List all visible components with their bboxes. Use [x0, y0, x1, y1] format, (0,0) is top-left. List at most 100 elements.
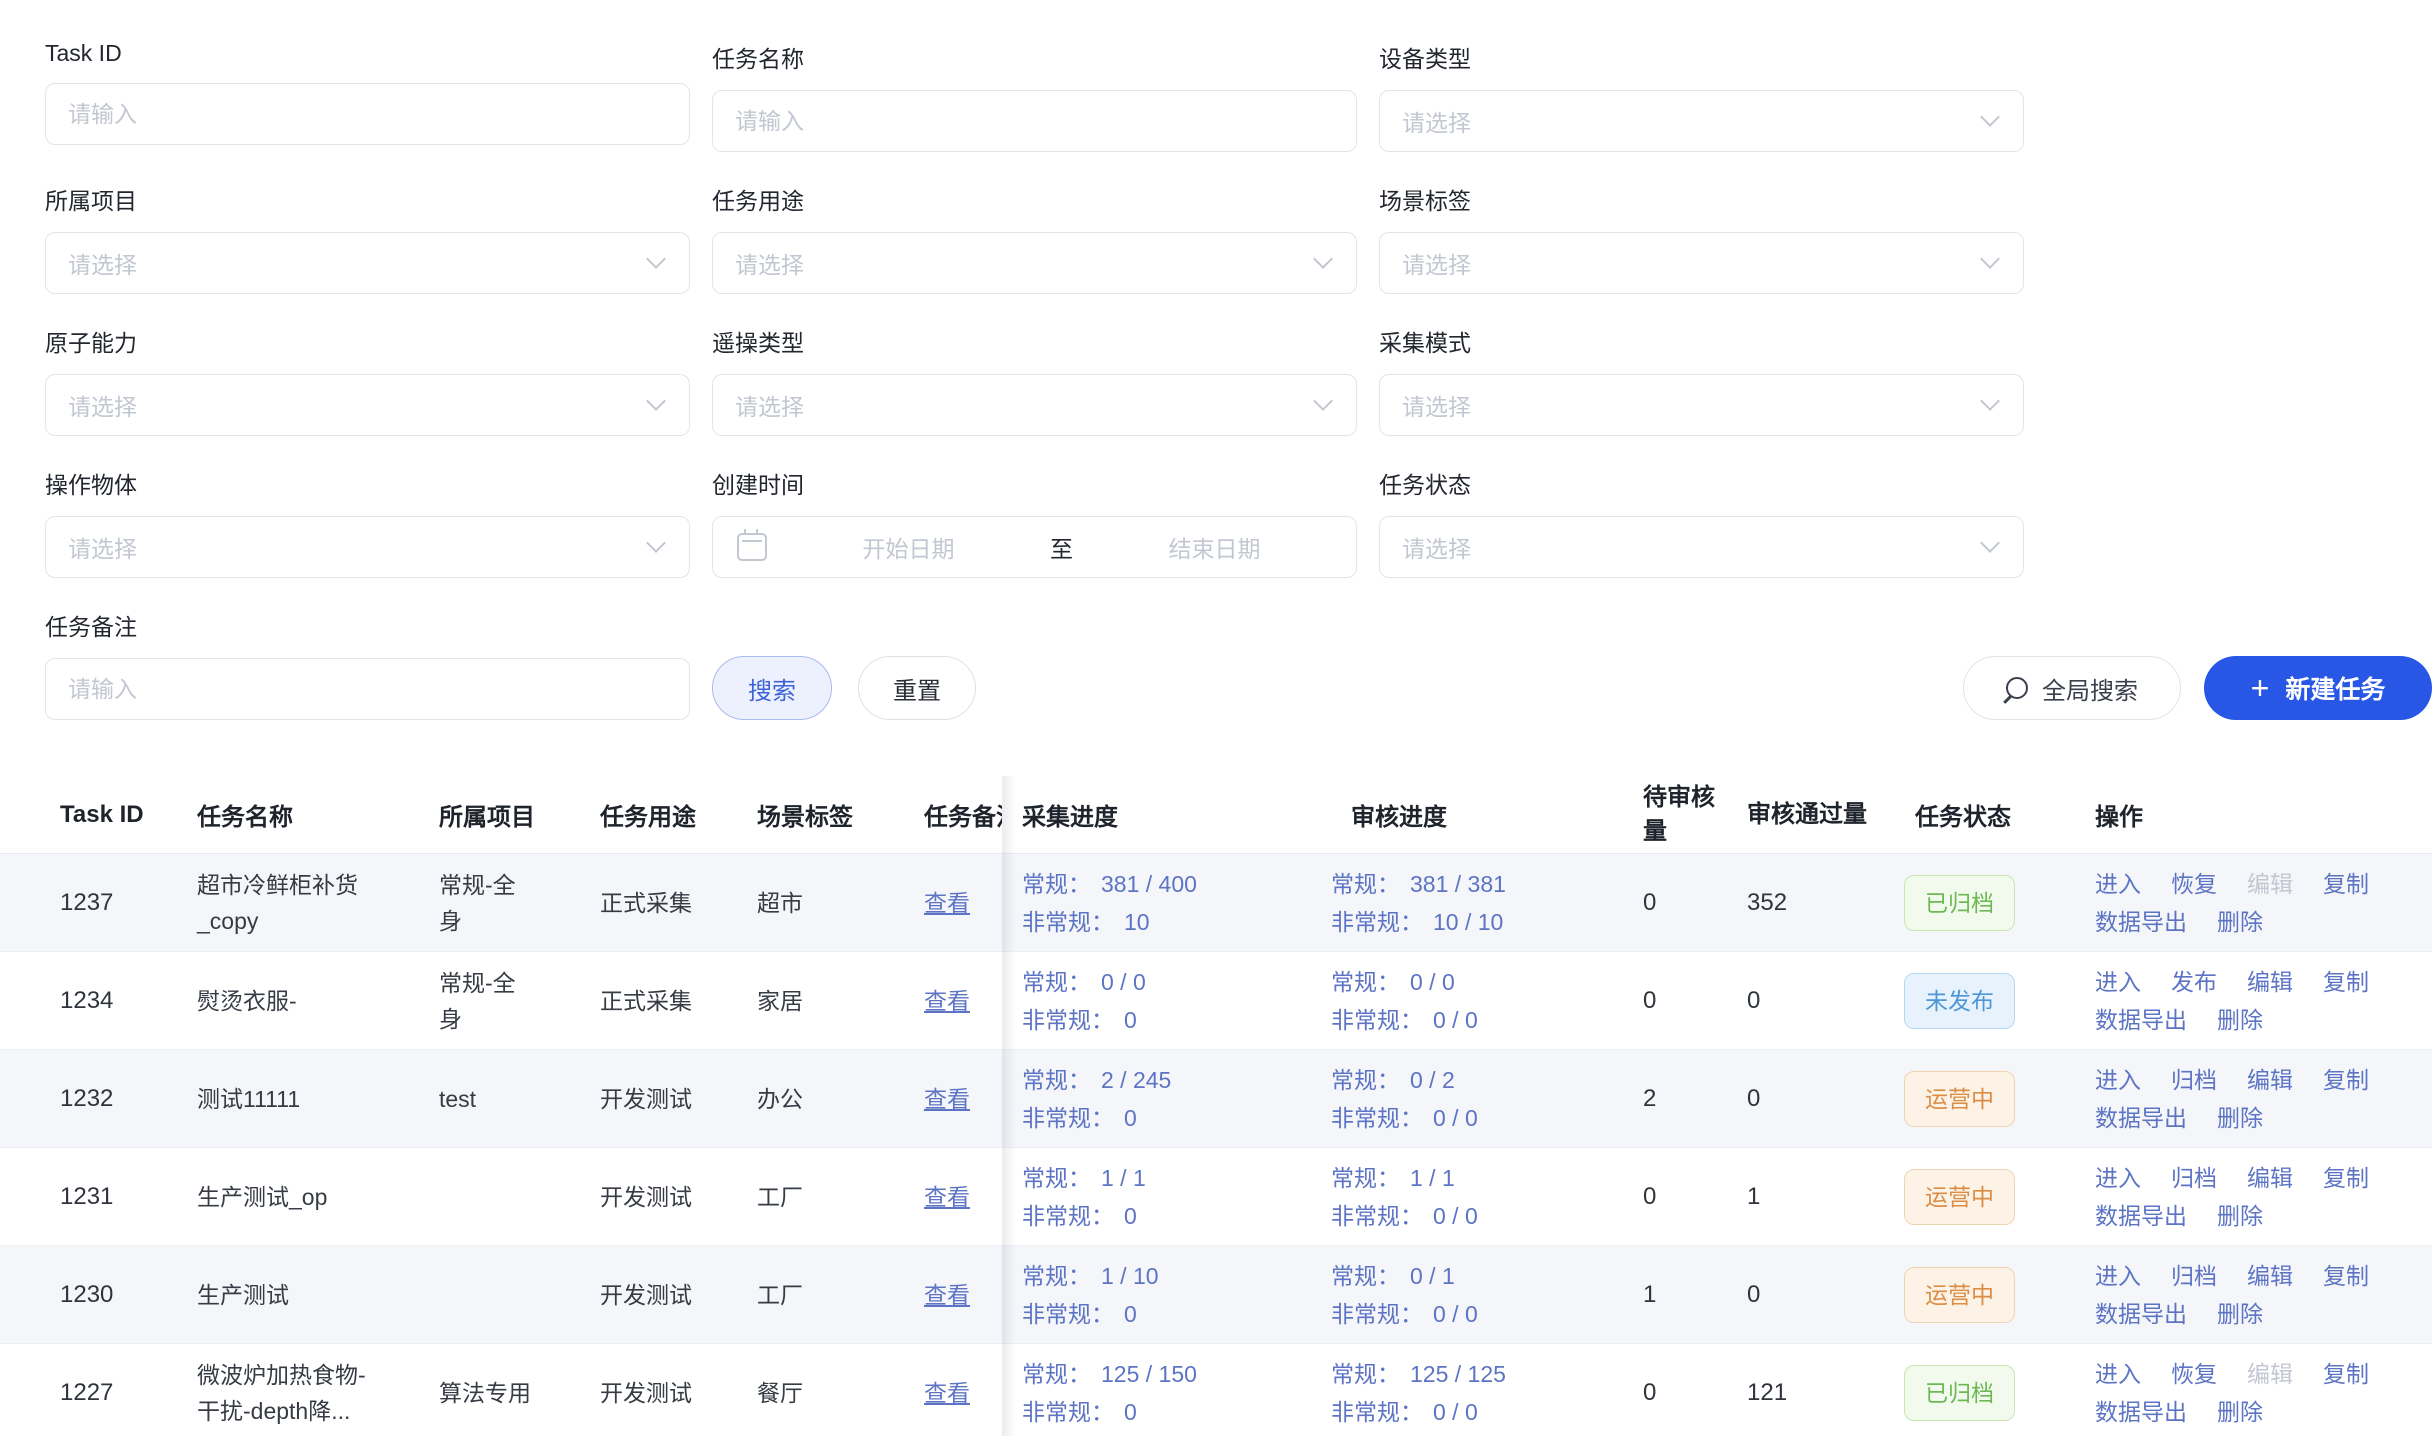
search-icon: [2006, 677, 2028, 699]
start-date-placeholder[interactable]: 开始日期: [767, 530, 1050, 564]
view-remark-link[interactable]: 查看: [924, 890, 970, 916]
cell-purpose: 开发测试: [600, 1179, 757, 1215]
purpose-select[interactable]: 请选择: [712, 232, 1357, 294]
cell-collect-progress: 常规：1 / 10 非常规：0: [1002, 1257, 1331, 1333]
teleop-type-select[interactable]: 请选择: [712, 374, 1357, 436]
op-copy-link[interactable]: 复制: [2323, 963, 2369, 1001]
op-delete-link[interactable]: 删除: [2217, 1197, 2263, 1235]
atomic-ability-select[interactable]: 请选择: [45, 374, 690, 436]
col-passed-count: 审核通过量: [1720, 798, 1900, 832]
cell-scene: 家居: [757, 983, 924, 1019]
filter-label-operate-object: 操作物体: [45, 466, 690, 500]
table-row: 1227 微波炉加热食物-干扰-depth降... 算法专用 开发测试 餐厅 查…: [0, 1344, 2432, 1436]
create-time-range-picker[interactable]: 开始日期 至 结束日期: [712, 516, 1357, 578]
op-copy-link[interactable]: 复制: [2323, 865, 2369, 903]
end-date-placeholder[interactable]: 结束日期: [1073, 530, 1356, 564]
project-select[interactable]: 请选择: [45, 232, 690, 294]
col-project: 所属项目: [439, 797, 600, 832]
task-status-select[interactable]: 请选择: [1379, 516, 2024, 578]
op-delete-link[interactable]: 删除: [2217, 903, 2263, 941]
op-delete-link[interactable]: 删除: [2217, 1295, 2263, 1333]
filter-label-task-name: 任务名称: [712, 40, 1357, 74]
op-delete-link[interactable]: 删除: [2217, 1001, 2263, 1039]
filter-label-teleop-type: 遥操类型: [712, 324, 1357, 358]
op-export-link[interactable]: 数据导出: [2095, 1295, 2187, 1333]
op-edit-link[interactable]: 编辑: [2247, 1159, 2293, 1197]
op-archive-link[interactable]: 归档: [2171, 1061, 2217, 1099]
op-edit-link[interactable]: 编辑: [2247, 1355, 2293, 1393]
op-enter-link[interactable]: 进入: [2095, 1355, 2141, 1393]
op-copy-link[interactable]: 复制: [2323, 1159, 2369, 1197]
operate-object-select[interactable]: 请选择: [45, 516, 690, 578]
op-export-link[interactable]: 数据导出: [2095, 903, 2187, 941]
op-enter-link[interactable]: 进入: [2095, 1061, 2141, 1099]
op-edit-link[interactable]: 编辑: [2247, 963, 2293, 1001]
task-remark-input[interactable]: [46, 659, 689, 719]
op-enter-link[interactable]: 进入: [2095, 865, 2141, 903]
cell-pending-count: 2: [1616, 1081, 1720, 1117]
filter-label-device-type: 设备类型: [1379, 40, 2024, 74]
cell-passed-count: 121: [1720, 1375, 1900, 1411]
cell-task-id: 1234: [60, 983, 197, 1019]
op-copy-link[interactable]: 复制: [2323, 1355, 2369, 1393]
op-edit-link[interactable]: 编辑: [2247, 865, 2293, 903]
op-restore-link[interactable]: 恢复: [2171, 865, 2217, 903]
op-delete-link[interactable]: 删除: [2217, 1099, 2263, 1137]
cell-operations: 进入 恢复 编辑 复制 数据导出 删除: [2080, 865, 2432, 941]
scene-tag-select[interactable]: 请选择: [1379, 232, 2024, 294]
cell-passed-count: 1: [1720, 1179, 1900, 1215]
op-edit-link[interactable]: 编辑: [2247, 1061, 2293, 1099]
date-range-separator: 至: [1050, 530, 1073, 564]
status-badge: 运营中: [1904, 1071, 2015, 1127]
op-publish-link[interactable]: 发布: [2171, 963, 2217, 1001]
chevron-down-icon: [1313, 391, 1333, 411]
op-archive-link[interactable]: 归档: [2171, 1257, 2217, 1295]
col-collect-progress: 采集进度: [1002, 797, 1331, 832]
create-task-button[interactable]: + 新建任务: [2204, 656, 2432, 720]
view-remark-link[interactable]: 查看: [924, 1184, 970, 1210]
view-remark-link[interactable]: 查看: [924, 1086, 970, 1112]
filter-label-atomic-ability: 原子能力: [45, 324, 690, 358]
device-type-select[interactable]: 请选择: [1379, 90, 2024, 152]
reset-button[interactable]: 重置: [858, 656, 976, 720]
filter-label-scene-tag: 场景标签: [1379, 182, 2024, 216]
col-remark: 任务备注: [924, 797, 1002, 832]
cell-pending-count: 0: [1616, 983, 1720, 1019]
cell-task-id: 1227: [60, 1375, 197, 1411]
op-export-link[interactable]: 数据导出: [2095, 1393, 2187, 1431]
op-export-link[interactable]: 数据导出: [2095, 1197, 2187, 1235]
task-name-input[interactable]: [713, 91, 1356, 151]
op-edit-link[interactable]: 编辑: [2247, 1257, 2293, 1295]
view-remark-link[interactable]: 查看: [924, 988, 970, 1014]
op-export-link[interactable]: 数据导出: [2095, 1001, 2187, 1039]
cell-review-progress: 常规：381 / 381 非常规：10 / 10: [1331, 865, 1616, 941]
task-id-input[interactable]: [46, 84, 689, 144]
op-export-link[interactable]: 数据导出: [2095, 1099, 2187, 1137]
op-enter-link[interactable]: 进入: [2095, 1257, 2141, 1295]
view-remark-link[interactable]: 查看: [924, 1282, 970, 1308]
chevron-down-icon: [1980, 533, 2000, 553]
view-remark-link[interactable]: 查看: [924, 1380, 970, 1406]
global-search-button[interactable]: 全局搜索: [1963, 656, 2181, 720]
op-copy-link[interactable]: 复制: [2323, 1061, 2369, 1099]
op-archive-link[interactable]: 归档: [2171, 1159, 2217, 1197]
search-button[interactable]: 搜索: [712, 656, 832, 720]
cell-purpose: 正式采集: [600, 885, 757, 921]
op-delete-link[interactable]: 删除: [2217, 1393, 2263, 1431]
cell-passed-count: 352: [1720, 885, 1900, 921]
op-copy-link[interactable]: 复制: [2323, 1257, 2369, 1295]
op-enter-link[interactable]: 进入: [2095, 963, 2141, 1001]
table-row: 1231 生产测试_op 开发测试 工厂 查看 常规：1 / 1 非常规：0 常…: [0, 1148, 2432, 1246]
op-restore-link[interactable]: 恢复: [2171, 1355, 2217, 1393]
cell-task-name: 生产测试_op: [197, 1179, 327, 1215]
collect-mode-select[interactable]: 请选择: [1379, 374, 2024, 436]
cell-operations: 进入 恢复 编辑 复制 数据导出 删除: [2080, 1355, 2432, 1431]
cell-passed-count: 0: [1720, 983, 1900, 1019]
chevron-down-icon: [1313, 249, 1333, 269]
chevron-down-icon: [646, 391, 666, 411]
table-row: 1237 超市冷鲜柜补货_copy 常规-全身 正式采集 超市 查看 常规：38…: [0, 854, 2432, 952]
col-task-id: Task ID: [60, 801, 197, 829]
op-enter-link[interactable]: 进入: [2095, 1159, 2141, 1197]
cell-pending-count: 0: [1616, 1179, 1720, 1215]
cell-purpose: 正式采集: [600, 983, 757, 1019]
